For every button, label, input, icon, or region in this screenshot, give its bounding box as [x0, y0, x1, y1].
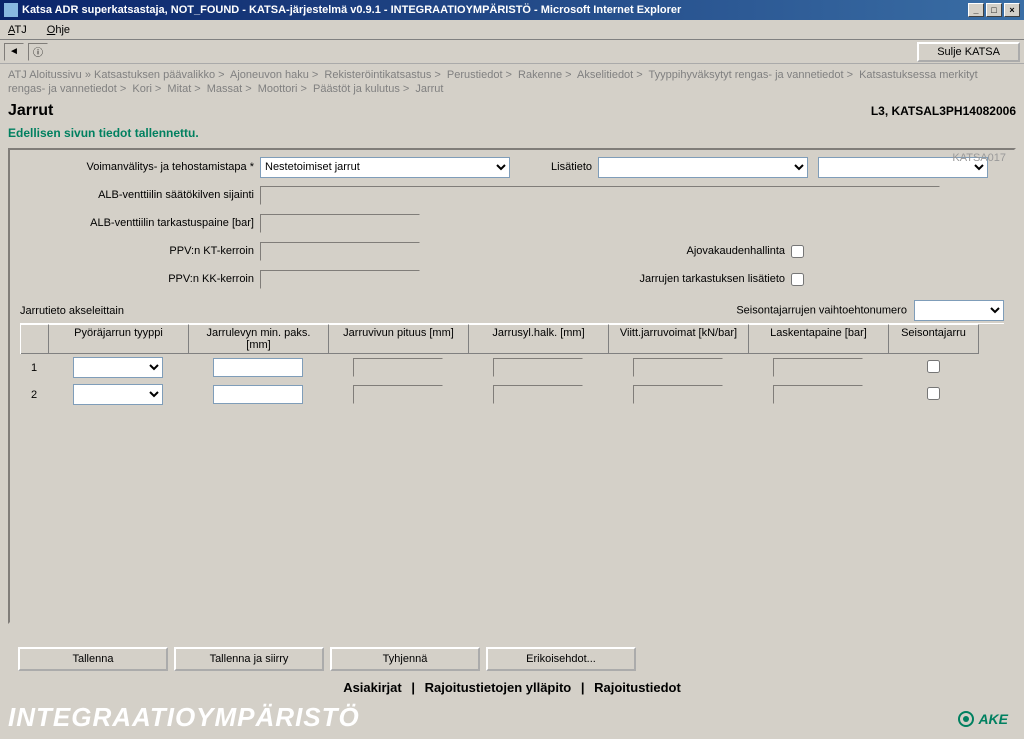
- alb-tarkastus-input: [260, 214, 420, 233]
- ake-logo-icon: [958, 711, 974, 727]
- th-viit: Viitt.jarruvoimat [kN/bar]: [609, 324, 749, 354]
- table-row: 1: [20, 354, 1004, 381]
- ajovakauden-checkbox[interactable]: [791, 245, 804, 258]
- label-voimanvalitys: Voimanvälitys- ja tehostamistapa *: [20, 161, 260, 173]
- form-panel: KATSA017 Voimanvälitys- ja tehostamistap…: [8, 148, 1016, 624]
- row2-type-select[interactable]: [73, 384, 163, 405]
- row1-viit-input: [633, 358, 723, 377]
- breadcrumb-item[interactable]: Mitat: [167, 83, 191, 95]
- link-asiakirjat[interactable]: Asiakirjat: [343, 680, 402, 695]
- breadcrumb-item[interactable]: Päästöt ja kulutus: [313, 83, 400, 95]
- breadcrumb-item[interactable]: Tyyppihyväksytyt rengas- ja vannetiedot: [649, 69, 844, 81]
- lisatieto-select-1[interactable]: [598, 157, 808, 178]
- breadcrumb-item[interactable]: Perustiedot: [447, 69, 503, 81]
- ppv-kt-input: [260, 242, 420, 261]
- row2-paks-input[interactable]: [213, 385, 303, 404]
- label-ajovakauden: Ajovakaudenhallinta: [687, 245, 791, 257]
- alb-saatokilpi-input: [260, 186, 940, 205]
- environment-label: INTEGRAATIOYMPÄRISTÖ: [8, 702, 360, 733]
- maximize-button[interactable]: □: [986, 3, 1002, 17]
- label-seisontajarrujen: Seisontajarrujen vaihtoehtonumero: [736, 305, 907, 317]
- page-title: Jarrut: [8, 98, 53, 124]
- vehicle-id: L3, KATSAL3PH14082006: [871, 104, 1016, 118]
- window-title: Katsa ADR superkatsastaja, NOT_FOUND - K…: [22, 4, 681, 16]
- row1-seis-checkbox[interactable]: [927, 360, 940, 373]
- table-row: 2: [20, 381, 1004, 408]
- window-titlebar: Katsa ADR superkatsastaja, NOT_FOUND - K…: [0, 0, 1024, 20]
- close-katsa-button[interactable]: Sulje KATSA: [917, 42, 1020, 62]
- menu-ohje[interactable]: Ohje: [47, 24, 70, 36]
- th-seis: Seisontajarru: [889, 324, 979, 354]
- row2-lask-input: [773, 385, 863, 404]
- erikoisehdot-button[interactable]: Erikoisehdot...: [486, 647, 636, 671]
- row-num: 1: [20, 362, 48, 374]
- tallenna-siirry-button[interactable]: Tallenna ja siirry: [174, 647, 324, 671]
- label-jarrujen-tark: Jarrujen tarkastuksen lisätieto: [639, 273, 791, 285]
- row1-lask-input: [773, 358, 863, 377]
- th-lask: Laskentapaine [bar]: [749, 324, 889, 354]
- breadcrumb-start[interactable]: ATJ Aloitussivu: [8, 69, 82, 81]
- th-paks: Jarrulevyn min. paks. [mm]: [189, 324, 329, 354]
- toolbar: ◄ ⓘ Sulje KATSA: [0, 40, 1024, 64]
- breadcrumb-item[interactable]: Akselitiedot: [577, 69, 633, 81]
- jarrujen-tark-checkbox[interactable]: [791, 273, 804, 286]
- th-syl: Jarrusyl.halk. [mm]: [469, 324, 609, 354]
- link-rajoitustiedot[interactable]: Rajoitustiedot: [594, 680, 681, 695]
- row2-seis-checkbox[interactable]: [927, 387, 940, 400]
- label-lisatieto: Lisätieto: [510, 161, 598, 173]
- th-tyyppi: Pyöräjarrun tyyppi: [49, 324, 189, 354]
- label-alb-saatokilpi: ALB-venttiilin säätökilven sijainti: [20, 189, 260, 201]
- label-ppv-kk: PPV:n KK-kerroin: [20, 273, 260, 285]
- bottom-links: Asiakirjat | Rajoitustietojen ylläpito |…: [0, 680, 1024, 695]
- breadcrumb-item[interactable]: Rekisteröintikatsastus: [324, 69, 431, 81]
- form-code: KATSA017: [952, 152, 1006, 164]
- row2-vipu-input: [353, 385, 443, 404]
- tyhjenna-button[interactable]: Tyhjennä: [330, 647, 480, 671]
- label-jarrutieto: Jarrutieto akseleittain: [20, 305, 124, 317]
- back-icon[interactable]: ◄: [4, 43, 24, 61]
- close-button[interactable]: ×: [1004, 3, 1020, 17]
- minimize-button[interactable]: _: [968, 3, 984, 17]
- row-num: 2: [20, 389, 48, 401]
- breadcrumb-current: Jarrut: [415, 83, 443, 95]
- breadcrumb-item[interactable]: Rakenne: [518, 69, 562, 81]
- breadcrumb: ATJ Aloitussivu » Katsastuksen päävalikk…: [8, 64, 1016, 98]
- voimanvalitys-select[interactable]: Nestetoimiset jarrut: [260, 157, 510, 178]
- breadcrumb-item[interactable]: Ajoneuvon haku: [230, 69, 309, 81]
- label-ppv-kt: PPV:n KT-kerroin: [20, 245, 260, 257]
- tallenna-button[interactable]: Tallenna: [18, 647, 168, 671]
- ake-logo: AKE: [958, 711, 1008, 727]
- label-alb-tarkastus: ALB-venttiilin tarkastuspaine [bar]: [20, 217, 260, 229]
- link-rajoitus-yllapito[interactable]: Rajoitustietojen ylläpito: [425, 680, 572, 695]
- breadcrumb-item[interactable]: Kori: [132, 83, 152, 95]
- row1-type-select[interactable]: [73, 357, 163, 378]
- row2-syl-input: [493, 385, 583, 404]
- status-message: Edellisen sivun tiedot tallennettu.: [8, 124, 1016, 148]
- ppv-kk-input: [260, 270, 420, 289]
- th-vipu: Jarruvivun pituus [mm]: [329, 324, 469, 354]
- menubar: ATJ Ohje: [0, 20, 1024, 40]
- table-header: Pyöräjarrun tyyppi Jarrulevyn min. paks.…: [20, 323, 1004, 354]
- breadcrumb-item[interactable]: Katsastuksen päävalikko: [94, 69, 215, 81]
- info-icon[interactable]: ⓘ: [28, 43, 48, 61]
- app-icon: [4, 3, 18, 17]
- row1-vipu-input: [353, 358, 443, 377]
- row2-viit-input: [633, 385, 723, 404]
- menu-atj[interactable]: ATJ: [8, 24, 27, 36]
- row1-syl-input: [493, 358, 583, 377]
- breadcrumb-item[interactable]: Moottori: [258, 83, 298, 95]
- row1-paks-input[interactable]: [213, 358, 303, 377]
- breadcrumb-item[interactable]: Massat: [207, 83, 242, 95]
- seisontajarrujen-select[interactable]: [914, 300, 1004, 321]
